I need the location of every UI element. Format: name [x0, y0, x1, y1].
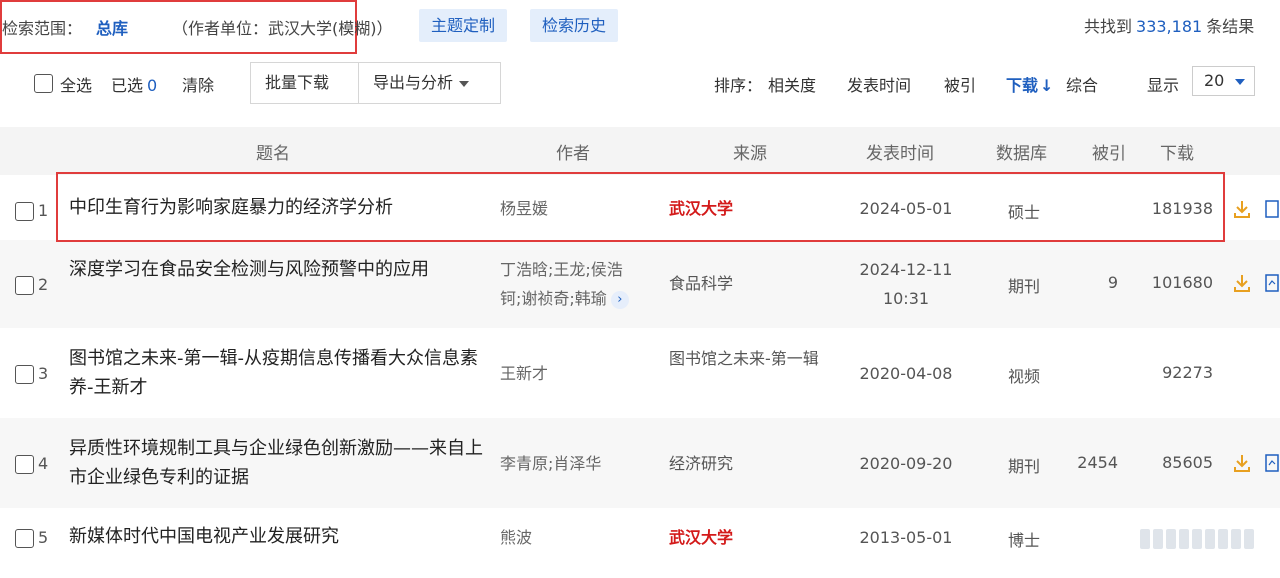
- sort-downloads-label: 下载: [1006, 76, 1039, 95]
- row-date: 2020-09-20: [859, 454, 953, 473]
- read-online-icon[interactable]: [1264, 453, 1280, 473]
- caret-down-icon: [459, 80, 470, 87]
- selected-count: 0: [147, 76, 158, 95]
- watermark-graphic: [1140, 527, 1254, 551]
- row-title-link[interactable]: 新媒体时代中国电视产业发展研究: [69, 522, 489, 551]
- sort-publish-time[interactable]: 发表时间: [847, 72, 911, 96]
- download-icon[interactable]: [1232, 453, 1252, 473]
- row-number: 1: [38, 201, 49, 220]
- scope-value[interactable]: 总库: [96, 15, 128, 39]
- selected-label: 已选: [111, 76, 144, 95]
- select-all-checkbox[interactable]: [34, 74, 53, 93]
- column-header-database: 数据库: [996, 144, 1047, 164]
- row-annotation-box: [56, 172, 1225, 242]
- row-checkbox[interactable]: [15, 529, 34, 548]
- row-number: 5: [38, 528, 49, 547]
- row-database: 视频: [1008, 367, 1041, 386]
- sort-downloads[interactable]: 下载 ↓: [1006, 72, 1053, 96]
- row-downloads: 101680: [1151, 273, 1213, 292]
- row-author[interactable]: 丁浩晗;王龙;侯浩钶;谢祯奇;韩瑜 ›: [500, 255, 640, 313]
- scope-label: 检索范围：: [2, 19, 83, 38]
- row-database: 期刊: [1008, 277, 1041, 296]
- read-online-icon[interactable]: [1264, 199, 1280, 219]
- caret-down-icon: [1235, 79, 1245, 85]
- row-checkbox[interactable]: [15, 365, 34, 384]
- select-all-label[interactable]: 全选: [60, 72, 92, 96]
- result-count: 共找到 333,181 条结果: [1084, 13, 1254, 37]
- column-header-author: 作者: [556, 144, 590, 164]
- download-icon[interactable]: [1232, 273, 1252, 293]
- chevron-right-icon[interactable]: ›: [610, 290, 629, 309]
- row-date: 2020-04-08: [859, 364, 953, 383]
- selected-indicator: 已选 0: [111, 72, 157, 96]
- row-citations: 2454: [1077, 453, 1118, 472]
- results-table-header: 题名 作者 来源 发表时间 数据库 被引 下载: [0, 127, 1280, 175]
- batch-download-label: 批量下载: [265, 73, 330, 92]
- row-database: 期刊: [1008, 457, 1041, 476]
- table-row: 2 深度学习在食品安全检测与风险预警中的应用 丁浩晗;王龙;侯浩钶;谢祯奇;韩瑜…: [0, 240, 1280, 328]
- sort-citations[interactable]: 被引: [944, 72, 976, 96]
- result-toolbar: 全选 已选 0 清除 批量下载 导出与分析 排序： 相关度 发表时间 被引 下载 ↓…: [0, 56, 1280, 110]
- table-row: 5 新媒体时代中国电视产业发展研究 熊波 武汉大学 2013-05-01 博士: [0, 508, 1280, 578]
- display-count-value: 20: [1204, 71, 1225, 90]
- row-source[interactable]: 武汉大学: [669, 523, 829, 552]
- arrow-down-icon: ↓: [1040, 76, 1054, 95]
- batch-download-button[interactable]: 批量下载: [250, 62, 359, 104]
- table-row: 4 异质性环境规制工具与企业绿色创新激励——来自上市企业绿色专利的证据 李青原;…: [0, 418, 1280, 508]
- row-number: 4: [38, 454, 49, 473]
- row-downloads: 92273: [1162, 363, 1213, 382]
- row-number: 3: [38, 364, 49, 383]
- row-title-link[interactable]: 图书馆之未来-第一辑-从疫期信息传播看大众信息素养-王新才: [69, 344, 489, 402]
- display-count-select[interactable]: 20: [1192, 66, 1255, 96]
- row-author[interactable]: 李青原;肖泽华: [500, 449, 640, 478]
- row-checkbox[interactable]: [15, 202, 34, 221]
- row-author[interactable]: 王新才: [500, 359, 640, 388]
- column-header-date[interactable]: 发表时间: [866, 139, 934, 164]
- result-count-suffix: 条结果: [1206, 17, 1255, 36]
- row-checkbox[interactable]: [15, 455, 34, 474]
- row-number: 2: [38, 275, 49, 294]
- search-history-button[interactable]: 检索历史: [530, 9, 619, 42]
- column-header-citations[interactable]: 被引: [1092, 139, 1126, 164]
- search-summary-bar: 检索范围： 总库 （作者单位：武汉大学(模糊)） 主题定制 检索历史 共找到 33…: [0, 0, 1280, 54]
- column-header-title: 题名: [256, 144, 290, 164]
- export-analysis-label: 导出与分析: [373, 73, 454, 92]
- clear-selection-button[interactable]: 清除: [182, 72, 214, 96]
- table-row: 3 图书馆之未来-第一辑-从疫期信息传播看大众信息素养-王新才 王新才 图书馆之…: [0, 328, 1280, 418]
- display-count-label: 显示: [1147, 76, 1180, 95]
- row-source[interactable]: 经济研究: [669, 449, 829, 478]
- row-database: 博士: [1008, 531, 1041, 550]
- row-citations: 9: [1107, 273, 1118, 292]
- row-source[interactable]: 食品科学: [669, 269, 829, 298]
- result-count-prefix: 共找到: [1084, 17, 1133, 36]
- export-analysis-dropdown[interactable]: 导出与分析: [358, 62, 501, 104]
- read-online-icon[interactable]: [1264, 273, 1280, 293]
- row-title-link[interactable]: 深度学习在食品安全检测与风险预警中的应用: [69, 255, 489, 284]
- sort-label: 排序：: [714, 76, 763, 95]
- row-date: 2013-05-01: [859, 528, 953, 547]
- row-title-link[interactable]: 异质性环境规制工具与企业绿色创新激励——来自上市企业绿色专利的证据: [69, 434, 489, 492]
- row-date: 2024-12-11 10:31: [859, 260, 953, 308]
- result-count-number: 333,181: [1136, 17, 1203, 36]
- row-checkbox[interactable]: [15, 276, 34, 295]
- topic-customize-button[interactable]: 主题定制: [419, 9, 508, 42]
- column-header-downloads[interactable]: 下载: [1160, 139, 1194, 164]
- sort-relevance[interactable]: 相关度: [768, 72, 816, 96]
- affiliation-filter: （作者单位：武汉大学(模糊)）: [172, 19, 393, 38]
- row-downloads: 85605: [1162, 453, 1213, 472]
- download-icon[interactable]: [1232, 199, 1252, 219]
- row-source[interactable]: 图书馆之未来-第一辑: [669, 344, 819, 373]
- column-header-source: 来源: [733, 144, 767, 164]
- row-author[interactable]: 熊波: [500, 523, 640, 552]
- row-author-names: 丁浩晗;王龙;侯浩钶;谢祯奇;韩瑜: [500, 260, 623, 308]
- sort-comprehensive[interactable]: 综合: [1066, 72, 1098, 96]
